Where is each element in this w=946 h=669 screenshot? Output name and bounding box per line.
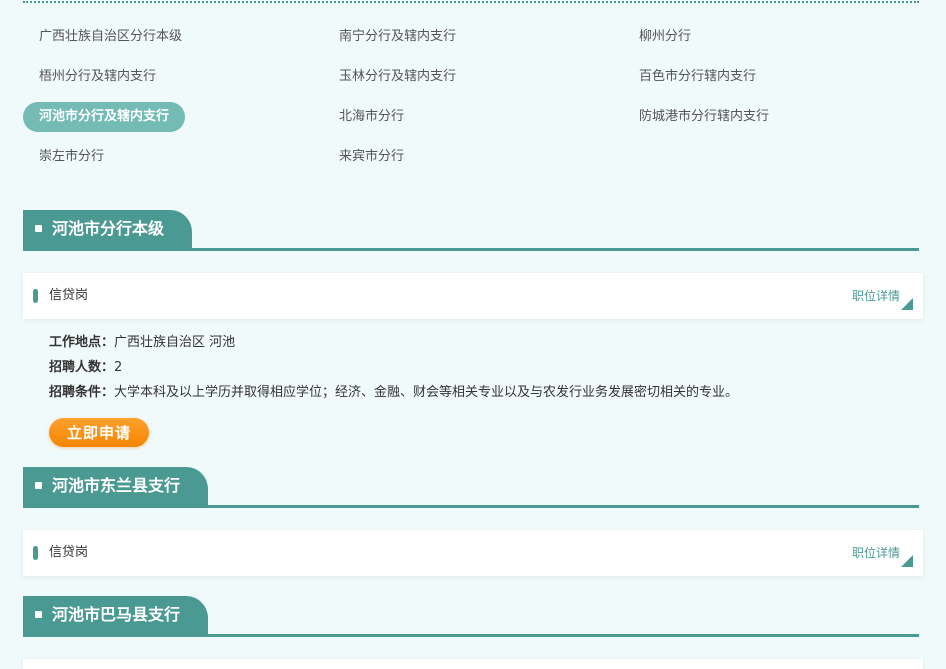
job-detail-link[interactable]: 职位详情 xyxy=(852,273,900,319)
job-count-label: 招聘人数： xyxy=(49,360,115,375)
section-header: 河池市分行本级 xyxy=(23,210,919,251)
branch-item[interactable]: 百色市分行辖内支行 xyxy=(623,62,772,92)
job-card[interactable]: 信贷岗 职位详情 xyxy=(23,530,923,576)
square-bullet-icon xyxy=(35,611,42,618)
branch-item[interactable]: 柳州分行 xyxy=(623,22,707,52)
job-requirement-row: 招聘条件：大学本科及以上学历并取得相应学位；经济、金融、财会等相关专业以及与农发… xyxy=(49,383,738,408)
branch-item[interactable]: 防城港市分行辖内支行 xyxy=(623,102,785,132)
branch-item[interactable]: 广西壮族自治区分行本级 xyxy=(23,22,198,52)
job-info: 工作地点：广西壮族自治区 河池 招聘人数：2 招聘条件：大学本科及以上学历并取得… xyxy=(49,333,738,408)
branch-item[interactable]: 南宁分行及辖内支行 xyxy=(323,22,472,52)
job-card[interactable]: 信贷岗 职位详情 xyxy=(23,273,923,319)
branch-item[interactable]: 来宾市分行 xyxy=(323,142,420,172)
branch-filter-grid: 广西壮族自治区分行本级 南宁分行及辖内支行 柳州分行 梧州分行及辖内支行 玉林分… xyxy=(23,22,923,182)
section-header: 河池市东兰县支行 xyxy=(23,467,919,508)
section-underline xyxy=(23,248,919,251)
job-bullet-bar xyxy=(33,289,38,303)
branch-item[interactable]: 崇左市分行 xyxy=(23,142,120,172)
section-tab: 河池市分行本级 xyxy=(23,210,193,248)
branch-item-active[interactable]: 河池市分行及辖内支行 xyxy=(23,102,186,132)
corner-triangle-icon xyxy=(901,555,913,567)
job-count-row: 招聘人数：2 xyxy=(49,358,738,383)
top-dotted-divider xyxy=(23,1,919,3)
job-title: 信贷岗 xyxy=(49,288,89,303)
job-bullet-bar xyxy=(33,546,38,560)
section-tab: 河池市东兰县支行 xyxy=(23,467,209,505)
job-title: 信贷岗 xyxy=(49,545,89,560)
job-detail-link[interactable]: 职位详情 xyxy=(852,530,900,576)
corner-triangle-icon xyxy=(901,298,913,310)
section-title: 河池市分行本级 xyxy=(52,219,165,238)
section-tab: 河池市巴马县支行 xyxy=(23,596,209,634)
square-bullet-icon xyxy=(35,225,42,232)
branch-item[interactable]: 北海市分行 xyxy=(323,102,420,132)
branch-item[interactable]: 玉林分行及辖内支行 xyxy=(323,62,472,92)
section-header: 河池市巴马县支行 xyxy=(23,596,919,637)
job-location-label: 工作地点： xyxy=(49,335,115,350)
job-card-partial[interactable] xyxy=(23,659,923,669)
section-title: 河池市东兰县支行 xyxy=(52,476,181,495)
branch-item[interactable]: 梧州分行及辖内支行 xyxy=(23,62,172,92)
job-location-row: 工作地点：广西壮族自治区 河池 xyxy=(49,333,738,358)
section-underline xyxy=(23,505,919,508)
square-bullet-icon xyxy=(35,482,42,489)
job-location-value: 广西壮族自治区 河池 xyxy=(114,335,236,350)
section-underline xyxy=(23,634,919,637)
job-requirement-value: 大学本科及以上学历并取得相应学位；经济、金融、财会等相关专业以及与农发行业务发展… xyxy=(114,385,739,400)
job-requirement-label: 招聘条件： xyxy=(49,385,115,400)
apply-button[interactable]: 立即申请 xyxy=(49,418,149,447)
job-count-value: 2 xyxy=(114,360,123,375)
section-title: 河池市巴马县支行 xyxy=(52,605,181,624)
